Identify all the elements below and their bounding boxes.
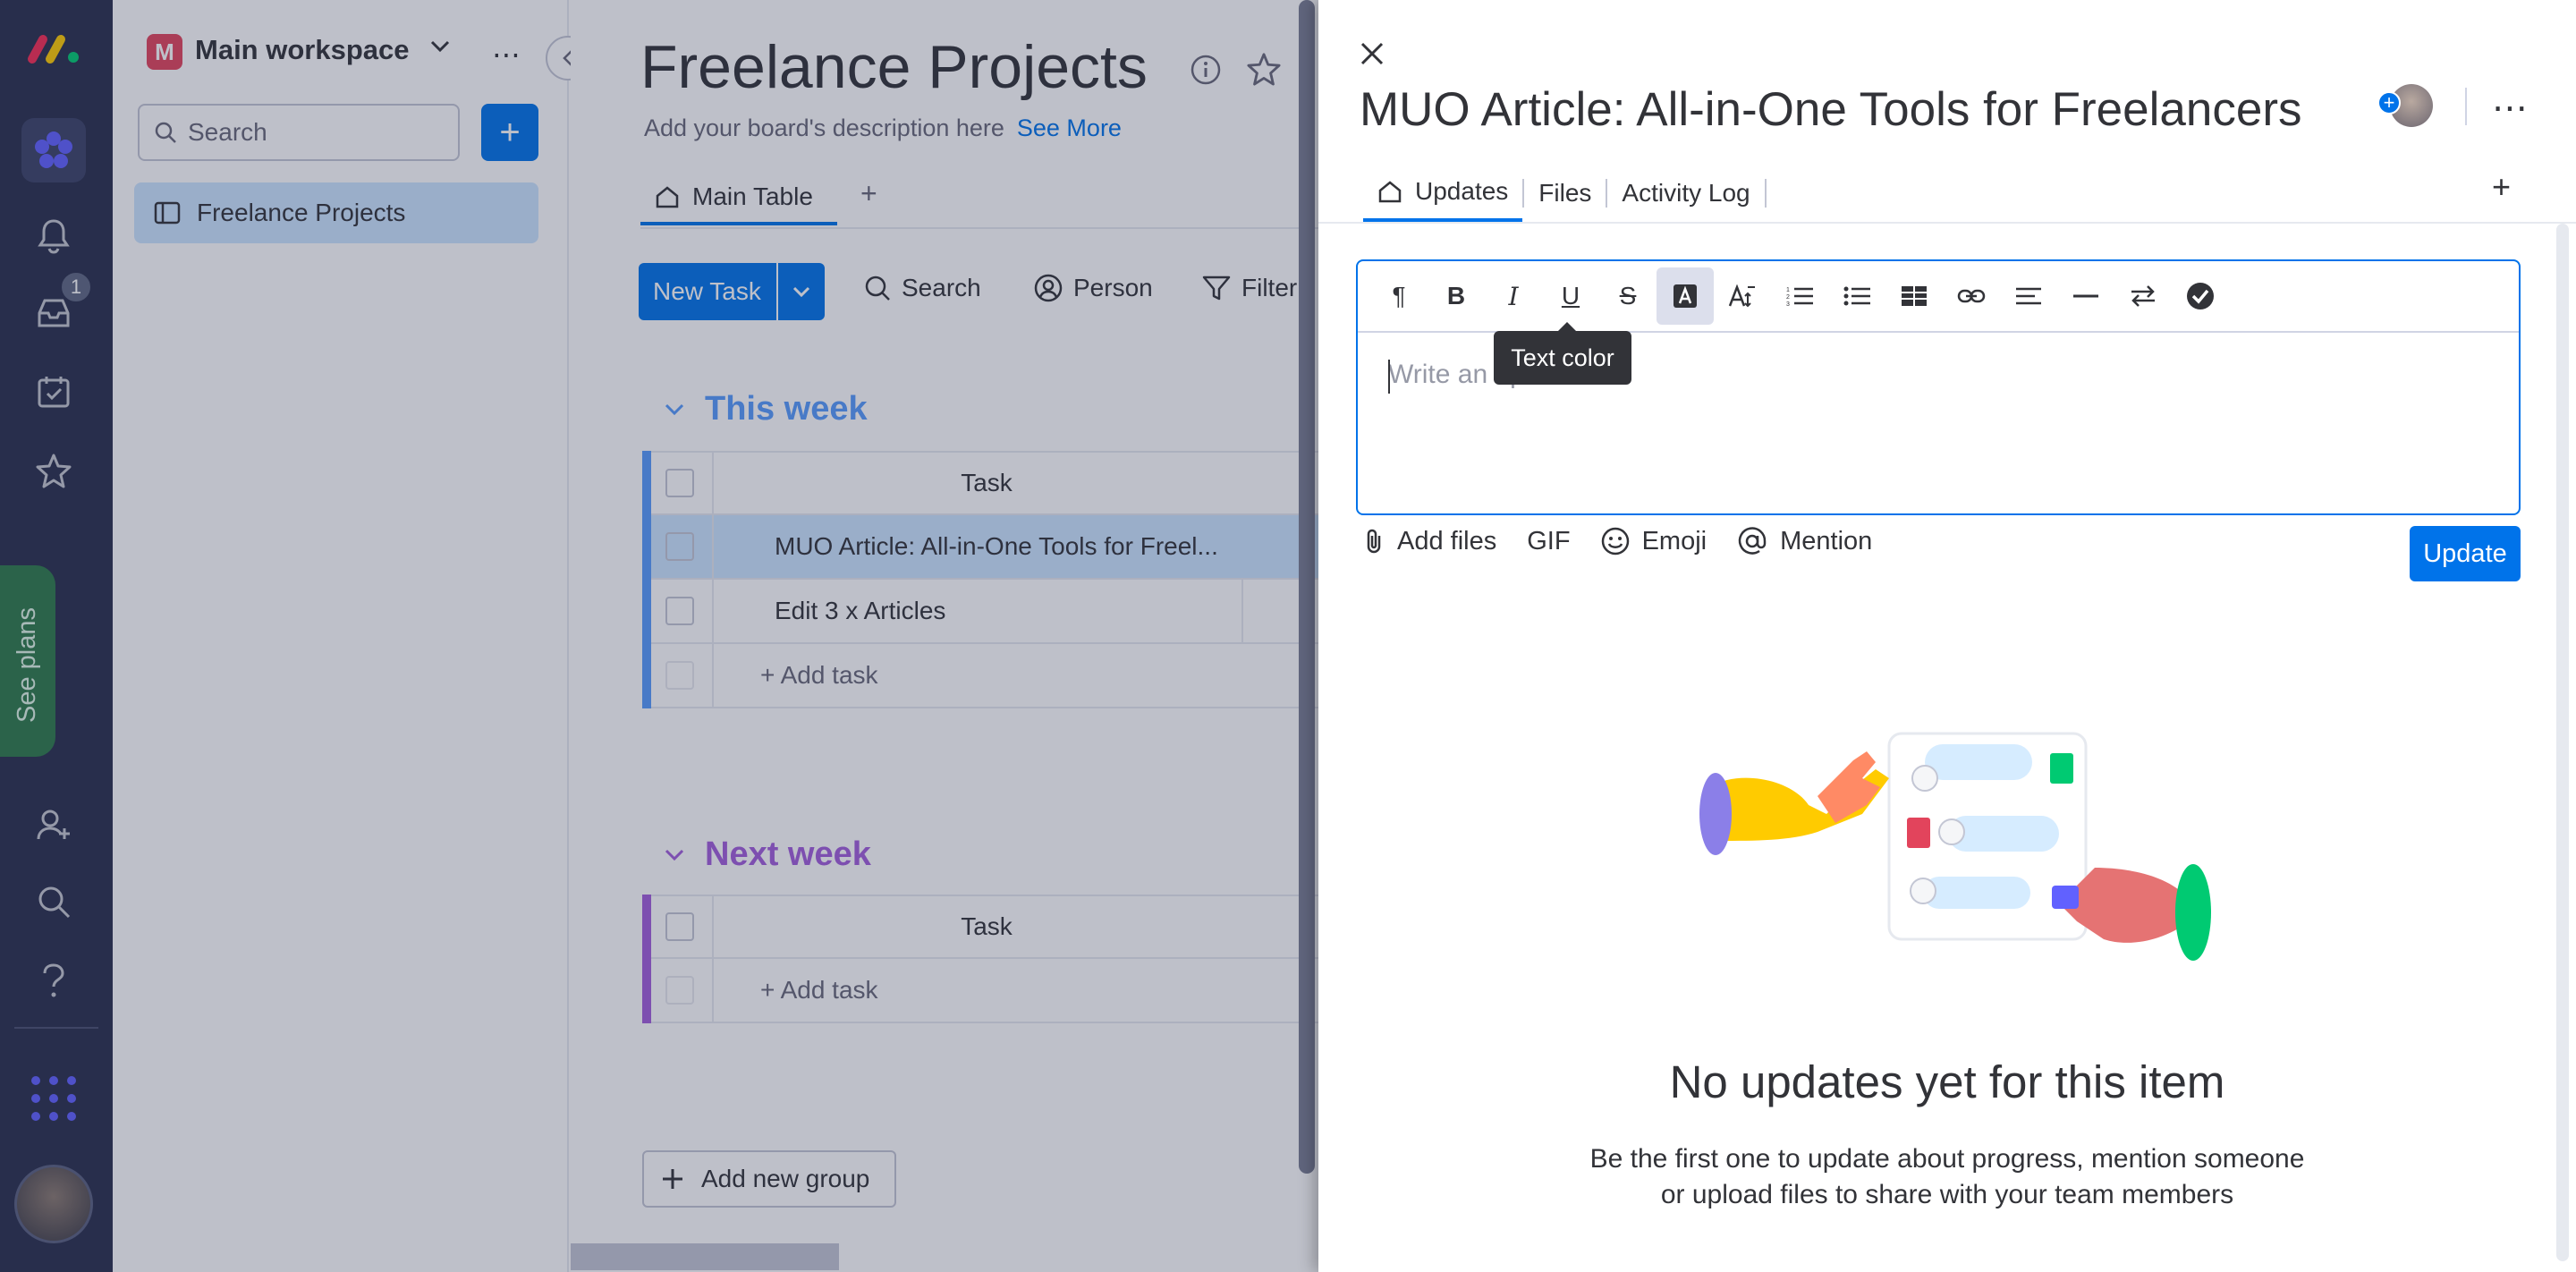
paperclip-icon xyxy=(1363,527,1385,555)
editor-toolbar: ¶ B I U S 123 xyxy=(1358,261,2519,333)
table-icon[interactable] xyxy=(1885,267,1943,325)
emoji-label: Emoji xyxy=(1641,526,1707,555)
empty-state-line-1: Be the first one to update about progres… xyxy=(1589,1144,2305,1174)
item-panel: MUO Article: All-in-One Tools for Freela… xyxy=(1318,0,2576,1272)
emoji-icon xyxy=(1601,527,1630,555)
text-color-icon[interactable] xyxy=(1657,267,1714,325)
divider-icon[interactable] xyxy=(2057,267,2114,325)
home-icon xyxy=(1377,180,1402,203)
update-editor[interactable]: ¶ B I U S 123 Text color Write an xyxy=(1356,259,2521,515)
emoji-button[interactable]: Emoji xyxy=(1601,527,1707,556)
add-tab-button[interactable]: + xyxy=(2492,168,2511,206)
tab-label: Updates xyxy=(1415,177,1509,205)
empty-state-subtitle: Be the first one to update about progres… xyxy=(1318,1141,2576,1213)
empty-state-title: No updates yet for this item xyxy=(1669,1056,2225,1107)
link-icon[interactable] xyxy=(1943,267,2000,325)
numbered-list-icon[interactable]: 123 xyxy=(1771,267,1828,325)
tab-updates[interactable]: Updates xyxy=(1363,165,1523,222)
add-subscriber-icon[interactable]: + xyxy=(2377,91,2401,114)
svg-text:3: 3 xyxy=(1786,301,1790,307)
checklist-icon[interactable] xyxy=(2172,267,2229,325)
panel-scrollbar[interactable] xyxy=(2556,224,2569,1261)
svg-text:2: 2 xyxy=(1786,294,1790,301)
close-icon[interactable] xyxy=(1360,41,1385,66)
modal-backdrop[interactable] xyxy=(0,0,1318,1272)
tab-activity-log[interactable]: Activity Log xyxy=(1607,165,1764,222)
underline-icon[interactable]: U xyxy=(1542,267,1599,325)
empty-state-illustration xyxy=(1683,707,2220,1002)
strikethrough-icon[interactable]: S xyxy=(1599,267,1657,325)
tab-files[interactable]: Files xyxy=(1524,165,1606,222)
board-scrollbar[interactable] xyxy=(1299,0,1315,1174)
gif-label: GIF xyxy=(1527,526,1571,555)
add-files-label: Add files xyxy=(1397,526,1497,555)
more-options-icon[interactable]: ⋯ xyxy=(2492,88,2529,129)
tab-label: Activity Log xyxy=(1622,179,1750,207)
italic-icon[interactable]: I xyxy=(1485,267,1542,325)
empty-state-line-2: or upload files to share with your team … xyxy=(1660,1180,2234,1209)
update-button[interactable]: Update xyxy=(2410,526,2521,581)
paragraph-icon[interactable]: ¶ xyxy=(1370,267,1428,325)
svg-text:1: 1 xyxy=(1786,287,1790,293)
item-tabs: Updates Files Activity Log xyxy=(1363,165,1767,222)
mention-label: Mention xyxy=(1780,526,1873,555)
at-sign-icon xyxy=(1737,526,1767,556)
add-files-button[interactable]: Add files xyxy=(1363,527,1496,556)
direction-icon[interactable] xyxy=(2114,267,2172,325)
text-color-tooltip: Text color xyxy=(1494,322,1631,385)
tab-divider xyxy=(1764,179,1767,208)
bullet-list-icon[interactable] xyxy=(1828,267,1885,325)
divider xyxy=(1318,222,2576,224)
mention-button[interactable]: Mention xyxy=(1737,526,1872,556)
divider xyxy=(2465,88,2467,125)
text-size-icon[interactable] xyxy=(1714,267,1771,325)
bold-icon[interactable]: B xyxy=(1428,267,1485,325)
tab-label: Files xyxy=(1538,179,1592,207)
align-icon[interactable] xyxy=(2000,267,2057,325)
gif-button[interactable]: GIF xyxy=(1527,527,1570,556)
editor-actions: Add files GIF Emoji Mention xyxy=(1363,526,1872,556)
text-caret xyxy=(1388,360,1390,394)
item-title[interactable]: MUO Article: All-in-One Tools for Freela… xyxy=(1360,82,2301,137)
